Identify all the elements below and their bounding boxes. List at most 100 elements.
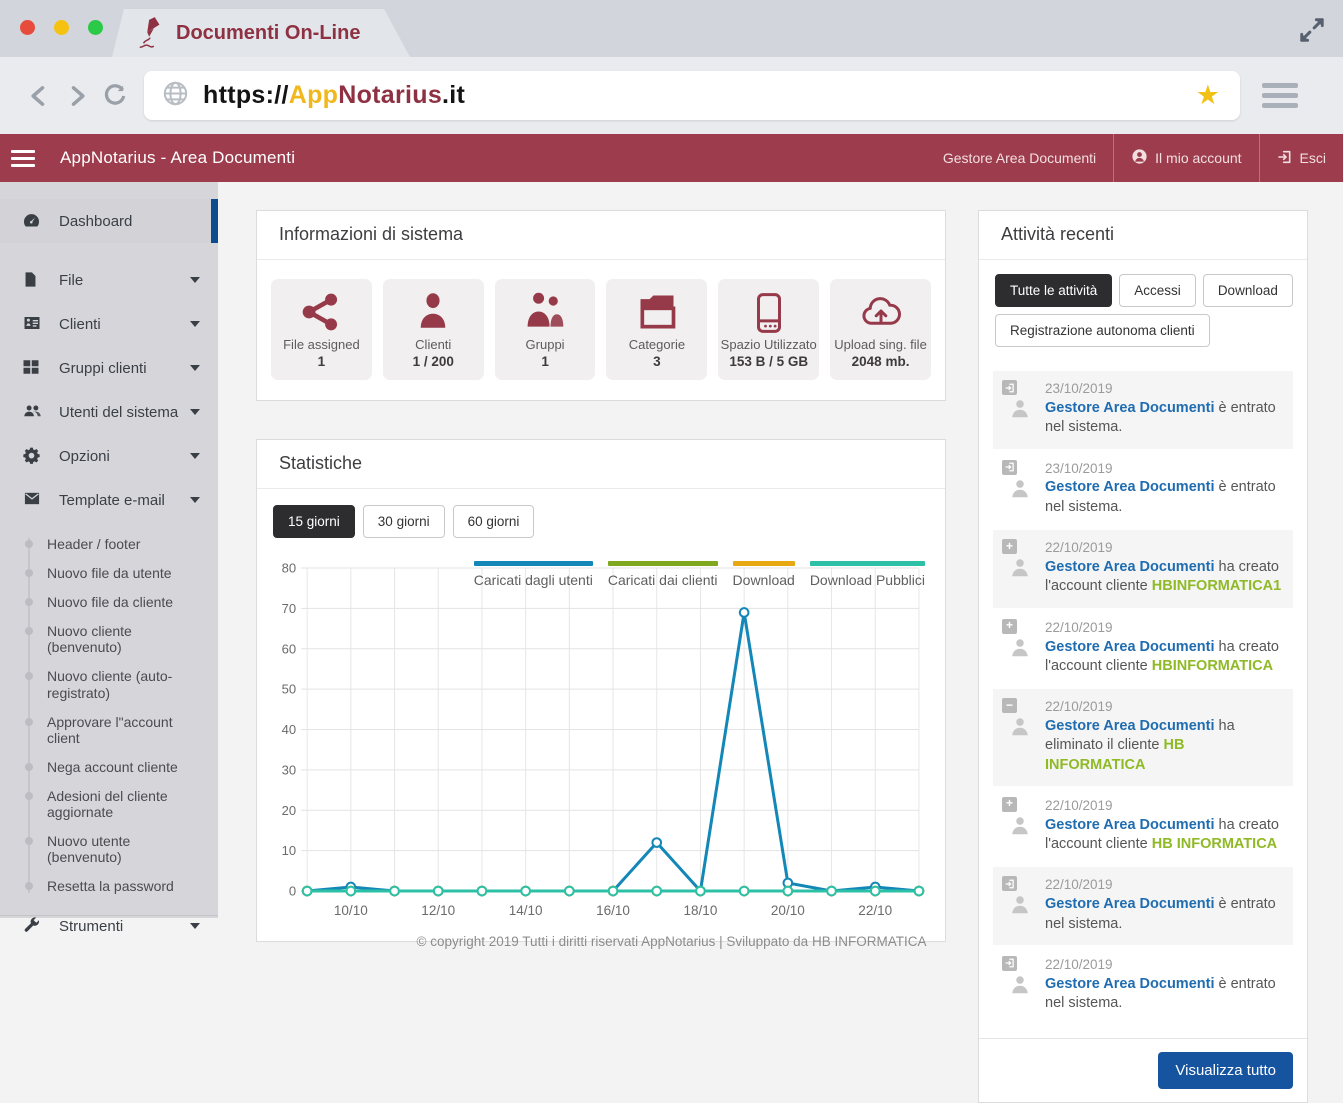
sidebar-item-gruppi-clienti[interactable]: Gruppi clienti	[0, 346, 218, 390]
activity-date: 23/10/2019	[1045, 380, 1283, 398]
activity-actor-link[interactable]: Gestore Area Documenti	[1045, 639, 1214, 655]
svg-text:10: 10	[282, 843, 296, 858]
submenu-item[interactable]: Nuovo file da cliente	[0, 588, 218, 617]
sidebar-item-label: Template e-mail	[59, 492, 165, 509]
login-icon	[1002, 380, 1017, 395]
submenu-item-label: Resetta la password	[47, 878, 174, 894]
filter-button-tutte-le-attivit-[interactable]: Tutte le attività	[995, 274, 1112, 307]
legend-swatch	[608, 561, 718, 566]
browser-tab[interactable]: Documenti On-Line	[112, 9, 410, 57]
card-value: 2048 mb.	[852, 354, 910, 369]
submenu-item[interactable]: Approvare l"account client	[0, 708, 218, 753]
activity-text: Gestore Area Documenti è entrato nel sis…	[1045, 399, 1283, 438]
browser-titlebar: Documenti On-Line	[0, 0, 1343, 57]
activity-text: Gestore Area Documenti è entrato nel sis…	[1045, 478, 1283, 517]
sidebar-item-strumenti[interactable]: Strumenti	[0, 915, 218, 936]
sidebar-item-template-e-mail[interactable]: Template e-mail	[0, 478, 218, 522]
activity-text: Gestore Area Documenti ha creato l'accou…	[1045, 816, 1283, 855]
sidebar-item-opzioni[interactable]: Opzioni	[0, 434, 218, 478]
submenu-item-label: Nuovo file da utente	[47, 565, 172, 581]
back-icon[interactable]	[24, 81, 54, 111]
user-circle-icon	[1131, 148, 1148, 168]
sidebar: Dashboard FileClientiGruppi clientiUtenti…	[0, 182, 218, 918]
current-user-label[interactable]: Gestore Area Documenti	[926, 134, 1113, 182]
my-account-link[interactable]: Il mio account	[1113, 134, 1258, 182]
person-silhouette-icon	[1009, 815, 1031, 837]
activity-actor-link[interactable]: Gestore Area Documenti	[1045, 817, 1214, 833]
legend-label: Download	[733, 572, 795, 588]
submenu-item-label: Adesioni del cliente aggiornate	[47, 788, 168, 820]
activity-entity: HBINFORMATICA1	[1152, 578, 1281, 594]
card-value: 1 / 200	[413, 354, 454, 369]
sidebar-item-clienti[interactable]: Clienti	[0, 302, 218, 346]
submenu-item[interactable]: Resetta la password	[0, 872, 218, 901]
grid-icon	[22, 358, 42, 378]
expand-window-icon[interactable]	[1299, 17, 1325, 43]
filter-button-registrazione-autonoma-clienti[interactable]: Registrazione autonoma clienti	[995, 314, 1210, 347]
activity-actor-link[interactable]: Gestore Area Documenti	[1045, 976, 1214, 992]
chevron-down-icon	[190, 453, 200, 459]
info-card-upload-sing-file: Upload sing. file2048 mb.	[830, 279, 931, 380]
bullet-icon	[25, 672, 33, 680]
bookmark-star-icon[interactable]: ★	[1196, 82, 1220, 109]
refresh-icon[interactable]	[100, 81, 130, 111]
filter-button-accessi[interactable]: Accessi	[1119, 274, 1196, 307]
cloud-upload-icon	[858, 290, 904, 334]
activity-entity: HB INFORMATICA	[1045, 737, 1184, 772]
legend-item[interactable]: Download	[733, 561, 795, 588]
person-icon	[410, 290, 456, 334]
info-card-categorie: Categorie3	[606, 279, 707, 380]
svg-text:10/10: 10/10	[334, 903, 368, 918]
submenu-item[interactable]: Nuovo cliente (auto-registrato)	[0, 662, 218, 707]
card-label: Clienti	[415, 337, 451, 353]
card-value: 153 B / 5 GB	[729, 354, 808, 369]
maximize-window-button[interactable]	[88, 20, 103, 35]
forward-icon[interactable]	[62, 81, 92, 111]
minimize-window-button[interactable]	[54, 20, 69, 35]
legend-swatch	[733, 561, 795, 566]
activity-item: 22/10/2019Gestore Area Documenti è entra…	[993, 867, 1293, 945]
range-button-15-giorni[interactable]: 15 giorni	[273, 505, 355, 538]
sidebar-toggle-icon[interactable]	[0, 134, 46, 182]
range-button-30-giorni[interactable]: 30 giorni	[363, 505, 445, 538]
users-icon	[22, 402, 42, 422]
activity-actor-link[interactable]: Gestore Area Documenti	[1045, 718, 1214, 734]
range-button-60-giorni[interactable]: 60 giorni	[453, 505, 535, 538]
submenu-item[interactable]: Nuovo file da utente	[0, 559, 218, 588]
view-all-button[interactable]: Visualizza tutto	[1158, 1052, 1293, 1089]
chevron-down-icon	[190, 365, 200, 371]
activity-text: Gestore Area Documenti è entrato nel sis…	[1045, 975, 1283, 1014]
logout-link[interactable]: Esci	[1259, 134, 1343, 182]
login-icon	[1002, 460, 1017, 475]
activity-actor-link[interactable]: Gestore Area Documenti	[1045, 400, 1214, 416]
submenu-item[interactable]: Adesioni del cliente aggiornate	[0, 782, 218, 827]
card-value: 1	[318, 354, 326, 369]
logout-icon	[1277, 149, 1293, 168]
file-icon	[22, 270, 42, 290]
close-window-button[interactable]	[20, 20, 35, 35]
browser-menu-icon[interactable]	[1262, 83, 1298, 108]
copyright-text: © copyright 2019 Tutti i diritti riserva…	[417, 934, 927, 949]
bullet-icon	[25, 540, 33, 548]
sidebar-item-utenti-del-sistema[interactable]: Utenti del sistema	[0, 390, 218, 434]
person-silhouette-icon	[1009, 398, 1031, 420]
sidebar-item-file[interactable]: File	[0, 258, 218, 302]
submenu-item[interactable]: Header / footer	[0, 530, 218, 559]
submenu-item-label: Nuovo cliente (auto-registrato)	[47, 668, 172, 700]
chevron-down-icon	[190, 923, 200, 929]
submenu-item[interactable]: Nuovo utente (benvenuto)	[0, 827, 218, 872]
plus-icon: +	[1002, 619, 1017, 634]
tab-title: Documenti On-Line	[176, 22, 360, 45]
dashboard-icon	[22, 211, 42, 231]
sidebar-item-dashboard[interactable]: Dashboard	[0, 199, 218, 243]
submenu-item[interactable]: Nega account cliente	[0, 753, 218, 782]
filter-button-download[interactable]: Download	[1203, 274, 1293, 307]
activity-actor-link[interactable]: Gestore Area Documenti	[1045, 479, 1214, 495]
legend-item[interactable]: Caricati dagli utenti	[474, 561, 593, 588]
activity-actor-link[interactable]: Gestore Area Documenti	[1045, 559, 1214, 575]
legend-item[interactable]: Caricati dai clienti	[608, 561, 718, 588]
submenu-item[interactable]: Nuovo cliente (benvenuto)	[0, 617, 218, 662]
activity-actor-link[interactable]: Gestore Area Documenti	[1045, 896, 1214, 912]
legend-item[interactable]: Download Pubblici	[810, 561, 925, 588]
url-bar[interactable]: https://AppNotarius.it ★	[144, 71, 1240, 120]
